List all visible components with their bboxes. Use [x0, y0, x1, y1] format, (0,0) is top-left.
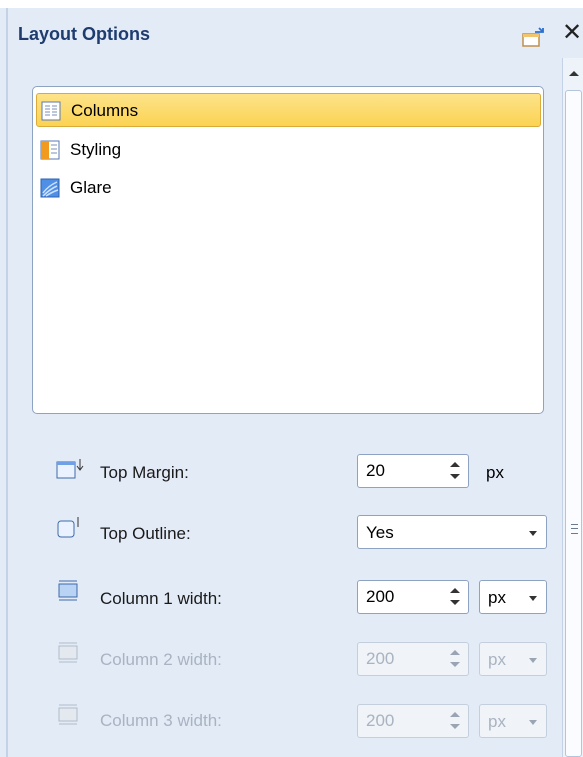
chevron-down-icon — [529, 531, 537, 536]
panel-title: Layout Options — [18, 24, 150, 44]
list-item-glare[interactable]: Glare — [36, 171, 541, 205]
column-2-width-label: Column 2 width: — [100, 650, 222, 669]
column-1-unit-value: px — [488, 588, 506, 607]
list-item-styling[interactable]: Styling — [36, 133, 541, 167]
top-outline-dropdown[interactable]: Yes — [357, 515, 547, 549]
top-edge — [0, 0, 583, 8]
panel-border — [6, 8, 8, 757]
dock-icon[interactable] — [521, 26, 547, 48]
layout-options-list[interactable]: Columns Styling Glare — [32, 86, 544, 414]
column-1-unit-dropdown[interactable]: px — [479, 580, 547, 614]
column-3-width-spinner — [357, 704, 469, 738]
list-item-label: Glare — [70, 178, 112, 197]
column-3-unit-value: px — [488, 712, 506, 731]
column-3-unit-dropdown: px — [479, 704, 547, 738]
top-margin-label: Top Margin: — [100, 463, 189, 482]
vertical-scrollbar[interactable] — [562, 58, 583, 757]
close-icon[interactable]: ✕ — [560, 20, 583, 46]
top-outline-value: Yes — [366, 523, 394, 542]
list-item-columns[interactable]: Columns — [36, 93, 541, 127]
glare-icon — [40, 178, 60, 198]
top-outline-icon — [57, 517, 79, 538]
scroll-up-button[interactable] — [563, 58, 583, 88]
top-margin-input[interactable] — [366, 461, 436, 481]
top-margin-icon — [56, 459, 84, 479]
column-1-width-label: Column 1 width: — [100, 589, 222, 608]
column-2-spin-arrows — [444, 645, 466, 673]
column-3-icon — [58, 704, 78, 725]
chevron-down-icon — [529, 596, 537, 601]
scroll-thumb[interactable] — [565, 90, 582, 757]
top-margin-spinner[interactable] — [357, 454, 469, 488]
column-3-spin-arrows — [444, 707, 466, 735]
column-1-icon — [58, 580, 78, 601]
top-outline-label: Top Outline: — [100, 524, 191, 543]
column-2-width-input — [366, 649, 436, 669]
styling-icon — [40, 140, 60, 160]
column-3-width-label: Column 3 width: — [100, 711, 222, 730]
chevron-down-icon — [529, 658, 537, 663]
list-item-label: Styling — [70, 140, 122, 159]
top-margin-spin-arrows[interactable] — [444, 457, 466, 485]
column-1-width-input[interactable] — [366, 587, 436, 607]
column-2-icon — [58, 642, 78, 663]
column-1-width-spinner[interactable] — [357, 580, 469, 614]
list-item-label: Columns — [71, 101, 139, 120]
grip-icon — [571, 524, 578, 534]
columns-icon — [41, 101, 61, 121]
top-margin-unit: px — [486, 463, 504, 482]
column-2-unit-value: px — [488, 650, 506, 669]
column-3-width-input — [366, 711, 436, 731]
column-2-unit-dropdown: px — [479, 642, 547, 676]
chevron-down-icon — [529, 720, 537, 725]
column-1-spin-arrows[interactable] — [444, 583, 466, 611]
column-2-width-spinner — [357, 642, 469, 676]
